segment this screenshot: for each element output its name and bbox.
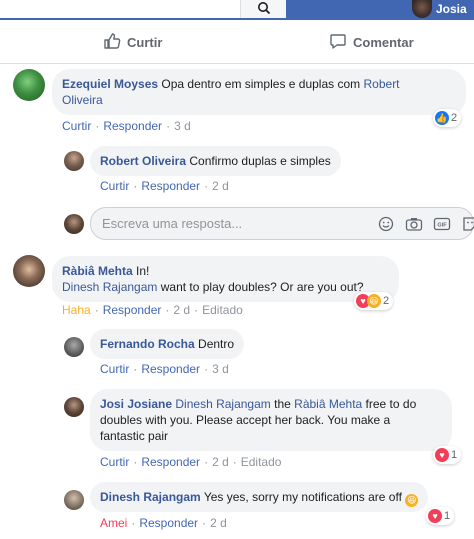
mention-link[interactable]: Dinesh Rajangam: [62, 280, 157, 294]
reaction-summary[interactable]: ♥ 😆 2: [354, 292, 394, 310]
mention-link[interactable]: Ràbiâ Mehta: [294, 397, 362, 411]
haha-link[interactable]: Haha: [62, 303, 91, 317]
like-link[interactable]: Curtir: [100, 455, 129, 469]
timestamp[interactable]: 2 d: [212, 179, 229, 193]
profile-name: Josia: [436, 2, 467, 16]
edited-label[interactable]: Editado: [202, 303, 243, 317]
comment-text-line3: fantastic pair: [100, 429, 169, 443]
comment-label: Comentar: [353, 35, 414, 50]
reply-input[interactable]: Escreva uma resposta... GIF: [90, 207, 474, 240]
comment-text: Opa dentro em simples e duplas com: [161, 77, 361, 91]
comment-author[interactable]: Ezequiel Moyses: [62, 77, 158, 91]
thumbs-up-icon: [103, 32, 121, 53]
reaction-summary[interactable]: ♥ 1: [426, 507, 455, 525]
sticker-icon[interactable]: [461, 216, 474, 232]
facebook-comments-page: Josia Curtir Comentar Ezequiel Moyses Op…: [0, 0, 474, 539]
comment-meta: Amei · Responder · 2 d: [100, 516, 227, 530]
reply-link[interactable]: Responder: [141, 179, 200, 193]
comment-bubble: Fernando Rocha Dentro: [90, 329, 245, 359]
avatar[interactable]: [13, 255, 45, 287]
reply-link[interactable]: Responder: [141, 362, 200, 376]
search-input[interactable]: [0, 0, 241, 18]
comment-button[interactable]: Comentar: [329, 32, 414, 53]
search-button[interactable]: [241, 0, 286, 18]
comment-bubble: Josi Josiane Dinesh Rajangam the Ràbiâ M…: [90, 389, 452, 451]
like-link[interactable]: Curtir: [100, 362, 129, 376]
avatar[interactable]: [64, 490, 84, 510]
timestamp[interactable]: 3 d: [212, 362, 229, 376]
reaction-count: 1: [451, 449, 458, 461]
comment-bubble-icon: [329, 32, 347, 53]
avatar: [412, 0, 432, 18]
reaction-summary[interactable]: ♥ 1: [433, 446, 462, 464]
timestamp[interactable]: 3 d: [174, 119, 191, 133]
like-link[interactable]: Curtir: [100, 179, 129, 193]
comment-text-cont: want to play doubles? Or are you out?: [160, 280, 364, 294]
like-reaction-icon: 👍: [435, 111, 449, 125]
mention-link[interactable]: Dinesh Rajangam: [175, 397, 270, 411]
avatar[interactable]: [13, 69, 45, 101]
mention-link[interactable]: Robert: [364, 77, 400, 91]
comment-meta: Curtir · Responder · 3 d: [100, 362, 229, 376]
comment-text: the: [274, 397, 291, 411]
comment-meta: Curtir · Responder · 2 d: [100, 179, 229, 193]
reaction-count: 2: [383, 295, 390, 307]
comment: [13, 69, 45, 101]
comment-text: In!: [136, 264, 150, 278]
emoji-icon[interactable]: [377, 216, 395, 232]
comment-bubble: Ràbiâ Mehta In! Dinesh Rajangam want to …: [52, 256, 399, 302]
love-reaction-icon: ♥: [435, 448, 449, 462]
avatar[interactable]: [64, 337, 84, 357]
comment-bubble: Dinesh Rajangam Yes yes, sorry my notifi…: [90, 482, 429, 512]
comment-meta: Curtir · Responder · 2 d · Editado: [100, 455, 282, 469]
comment-text: Confirmo duplas e simples: [189, 154, 331, 168]
reply-link[interactable]: Responder: [103, 303, 162, 317]
comment-bubble: Robert Oliveira Confirmo duplas e simple…: [90, 146, 341, 176]
comment-text: free to do: [365, 397, 417, 411]
comment-author[interactable]: Josi Josiane: [100, 397, 172, 411]
edited-label[interactable]: Editado: [241, 455, 282, 469]
reaction-count: 1: [444, 510, 451, 522]
camera-icon[interactable]: [405, 216, 423, 232]
comment-text: Yes yes, sorry my notifications are off: [203, 490, 402, 504]
reply-placeholder: Escreva uma resposta...: [102, 216, 243, 231]
svg-text:GIF: GIF: [437, 223, 447, 229]
comment-bubble: Ezequiel Moyses Opa dentro em simples e …: [52, 69, 466, 115]
like-link[interactable]: Curtir: [62, 119, 91, 133]
reply-link[interactable]: Responder: [141, 455, 200, 469]
like-label: Curtir: [127, 35, 163, 50]
comment-meta: Curtir · Responder · 3 d: [62, 119, 191, 133]
top-navigation-bar: Josia: [0, 0, 474, 20]
search-icon: [257, 1, 271, 18]
profile-link[interactable]: Josia: [412, 0, 467, 18]
haha-reaction-icon: 😆: [367, 294, 381, 308]
comment-author[interactable]: Robert Oliveira: [100, 154, 186, 168]
comment-author[interactable]: Fernando Rocha: [100, 337, 195, 351]
comment-author[interactable]: Dinesh Rajangam: [100, 490, 201, 504]
mention-link-cont[interactable]: Oliveira: [62, 93, 103, 107]
like-button[interactable]: Curtir: [103, 32, 162, 53]
love-reaction-icon: ♥: [428, 509, 442, 523]
reply-link[interactable]: Responder: [103, 119, 162, 133]
avatar[interactable]: [64, 397, 84, 417]
avatar: [64, 214, 84, 234]
reaction-count: 2: [451, 112, 458, 124]
grinning-emoji-icon: 😆: [405, 493, 419, 507]
comment-text: Dentro: [198, 337, 235, 351]
love-link[interactable]: Amei: [100, 516, 127, 530]
reply-link[interactable]: Responder: [139, 516, 198, 530]
post-actions: Curtir Comentar: [0, 20, 474, 64]
timestamp[interactable]: 2 d: [210, 516, 227, 530]
timestamp[interactable]: 2 d: [212, 455, 229, 469]
avatar[interactable]: [64, 151, 84, 171]
reaction-summary[interactable]: 👍 2: [433, 109, 462, 127]
comment-author[interactable]: Ràbiâ Mehta: [62, 264, 133, 278]
comment-meta: Haha · Responder · 2 d · Editado: [62, 303, 243, 317]
gif-icon[interactable]: GIF: [433, 216, 451, 232]
timestamp[interactable]: 2 d: [173, 303, 190, 317]
comment-text-line2: doubles with you. Please accept her back…: [100, 413, 391, 427]
